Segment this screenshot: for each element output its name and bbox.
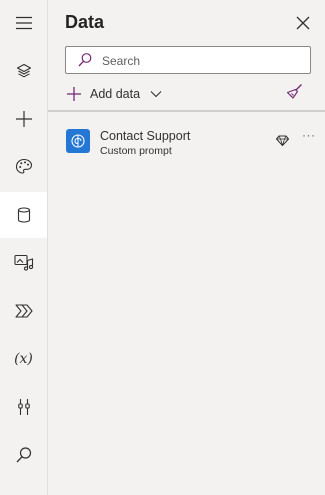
data-source-item[interactable]: Contact Support Custom prompt ··· [48, 124, 325, 160]
panel-title: Data [65, 12, 105, 32]
broom-icon [286, 84, 302, 99]
menu-button[interactable] [0, 0, 47, 46]
clear-cache-button[interactable] [286, 83, 304, 106]
database-icon [17, 207, 30, 223]
search-icon [16, 447, 31, 463]
premium-diamond-icon [276, 135, 289, 146]
brain-icon [71, 134, 85, 148]
hamburger-menu-icon [15, 16, 32, 30]
layers-icon [16, 63, 31, 78]
palette-icon [15, 158, 32, 174]
more-options-button[interactable]: ··· [302, 128, 316, 142]
media-button[interactable] [0, 240, 47, 286]
item-title: Contact Support [100, 129, 191, 143]
left-nav-rail: (x) [0, 0, 48, 495]
close-icon [296, 16, 310, 30]
add-data-label: Add data [90, 87, 141, 101]
tools-icon [17, 399, 30, 415]
insert-button[interactable] [0, 96, 47, 142]
tree-view-button[interactable] [0, 48, 47, 94]
search-placeholder: Search [102, 54, 141, 68]
search-icon [78, 53, 92, 67]
data-button[interactable] [0, 192, 47, 238]
close-button[interactable] [295, 15, 311, 31]
search-input[interactable]: Search [65, 46, 311, 74]
advanced-tools-button[interactable] [0, 384, 47, 430]
panel-divider [48, 110, 325, 112]
item-subtitle: Custom prompt [100, 145, 172, 157]
variables-button[interactable]: (x) [0, 336, 47, 382]
power-automate-icon [14, 304, 33, 318]
themes-button[interactable] [0, 144, 47, 190]
power-automate-button[interactable] [0, 288, 47, 334]
chevron-down-icon [150, 91, 162, 98]
plus-icon [67, 87, 81, 101]
data-panel: Data Search Add data Contact Support Cus… [48, 0, 325, 495]
media-icon [13, 254, 33, 271]
search-button[interactable] [0, 432, 47, 478]
plus-icon [15, 111, 32, 127]
ai-prompt-tile [66, 129, 90, 153]
add-data-button[interactable]: Add data [66, 84, 162, 104]
variables-icon: (x) [14, 351, 33, 367]
